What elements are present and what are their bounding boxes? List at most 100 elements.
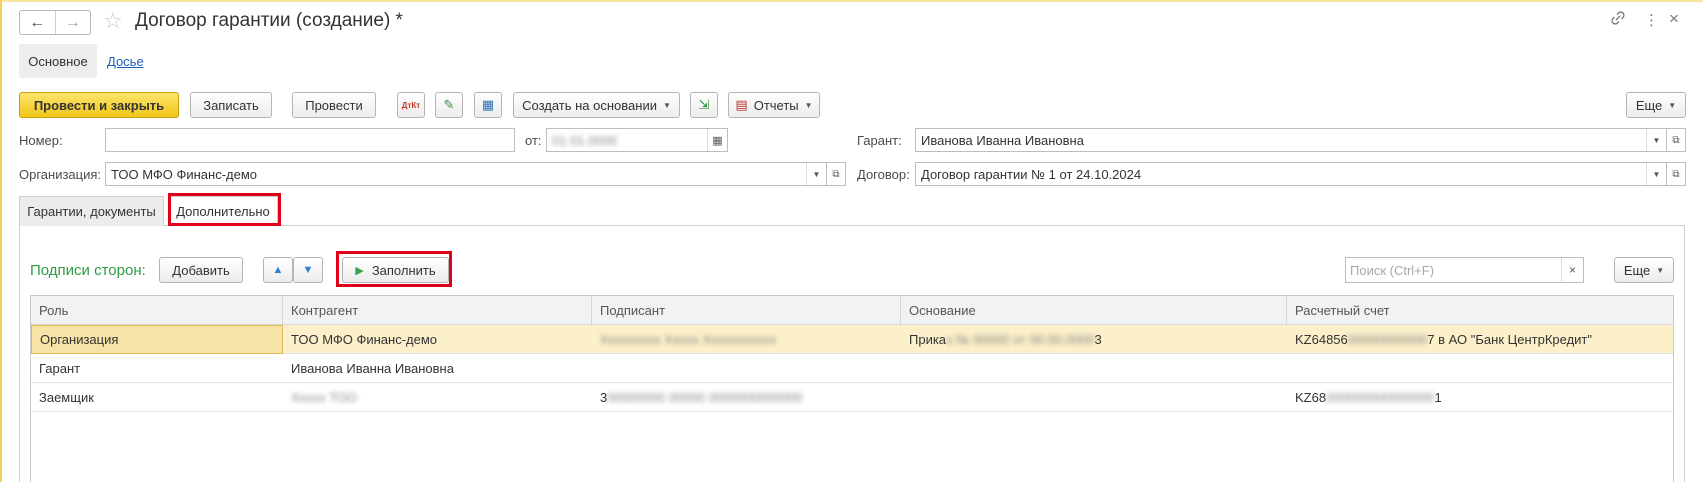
open-icon[interactable]: ⧉ — [827, 162, 846, 186]
date-value: 01.01.0000 — [552, 132, 618, 148]
guarantor-field[interactable]: Иванова Иванна Ивановна ▼ — [915, 128, 1667, 152]
chevron-down-icon[interactable]: ▼ — [806, 163, 826, 185]
cell-counterparty[interactable]: Иванова Иванна Ивановна — [283, 354, 592, 383]
more-label: Еще — [1635, 97, 1663, 113]
column-header-role[interactable]: Роль — [31, 296, 283, 325]
basis-hidden: з № 00000 от 00.00.0000 — [946, 332, 1095, 347]
date-label: от: — [525, 133, 542, 148]
close-icon[interactable]: × — [1669, 9, 1679, 29]
window-top-accent — [0, 0, 1703, 2]
counterparty-value: Ххххх ТОО — [291, 390, 357, 405]
export-icon[interactable]: ⇲ — [690, 92, 718, 118]
account-prefix: KZ68 — [1295, 390, 1327, 405]
guarantor-label: Гарант: — [857, 133, 902, 148]
table-header: Роль Контрагент Подписант Основание Расч… — [31, 296, 1673, 325]
contract-label: Договор: — [857, 167, 910, 182]
account-hidden: 00000000000 — [1347, 332, 1428, 347]
signers-table: Роль Контрагент Подписант Основание Расч… — [30, 295, 1674, 482]
cell-basis[interactable]: Прика з № 00000 от 00.00.0000 3 — [901, 325, 1287, 354]
account-prefix: KZ64856 — [1295, 332, 1348, 347]
cell-counterparty[interactable]: Ххххх ТОО — [283, 383, 592, 412]
date-field[interactable]: 01.01.0000 ▦ — [546, 128, 728, 152]
cell-role[interactable]: Гарант — [31, 354, 283, 383]
edit-icon[interactable]: ✎ — [435, 92, 463, 118]
column-header-signer[interactable]: Подписант — [592, 296, 901, 325]
search-field: × — [1345, 257, 1584, 283]
table-row[interactable]: Гарант Иванова Иванна Ивановна — [31, 354, 1673, 383]
number-label: Номер: — [19, 133, 63, 148]
signer-prefix: 3 — [600, 390, 608, 405]
cell-basis[interactable] — [901, 354, 1287, 383]
save-button[interactable]: Записать — [190, 92, 272, 118]
add-button[interactable]: Добавить — [159, 257, 243, 283]
tab-dossier[interactable]: Досье — [107, 54, 144, 69]
basis-prefix: Прика — [909, 332, 947, 347]
link-icon[interactable] — [1611, 11, 1625, 29]
reports-button[interactable]: ▤ Отчеты ▼ — [728, 92, 820, 118]
contract-value: Договор гарантии № 1 от 24.10.2024 — [921, 166, 1142, 182]
cell-basis[interactable] — [901, 383, 1287, 412]
table-more-label: Еще — [1623, 262, 1651, 278]
chevron-down-icon[interactable]: ▼ — [1646, 163, 1666, 185]
cell-role[interactable]: Организация — [31, 325, 283, 354]
organization-label: Организация: — [19, 167, 102, 182]
back-icon[interactable]: ← — [20, 11, 55, 34]
guarantor-value: Иванова Иванна Ивановна — [921, 132, 1084, 148]
favorite-star-icon[interactable]: ☆ — [103, 8, 123, 34]
account-hidden: 000000000000000 — [1326, 390, 1435, 405]
column-header-basis[interactable]: Основание — [901, 296, 1287, 325]
organization-field[interactable]: ТОО МФО Финанс-демо ▼ — [105, 162, 827, 186]
highlight-frame — [168, 193, 281, 226]
more-icon[interactable]: ⋮ — [1644, 11, 1659, 29]
table-more-button[interactable]: Еще ▼ — [1614, 257, 1674, 283]
report-icon: ▤ — [735, 97, 748, 112]
more-button[interactable]: Еще ▼ — [1626, 92, 1686, 118]
chevron-down-icon: ▼ — [1656, 265, 1665, 275]
page-title: Договор гарантии (создание) * — [135, 10, 403, 31]
column-header-counterparty[interactable]: Контрагент — [283, 296, 592, 325]
open-icon[interactable]: ⧉ — [1667, 162, 1686, 186]
clear-icon[interactable]: × — [1561, 258, 1583, 282]
reports-label: Отчеты — [753, 97, 799, 113]
account-suffix: 7 в АО "Банк ЦентрКредит" — [1427, 332, 1592, 347]
dt-kt-icon[interactable]: ДтКт — [397, 92, 425, 118]
calendar-icon[interactable]: ▦ — [707, 129, 727, 151]
create-based-on-label: Создать на основании — [522, 97, 657, 113]
column-header-account[interactable]: Расчетный счет — [1287, 296, 1675, 325]
cell-account[interactable]: KZ64856 00000000000 7 в АО "Банк ЦентрКред… — [1287, 325, 1675, 354]
cell-signer[interactable]: Ххххххххх Ххххх Ххххххххххх — [592, 325, 901, 354]
cell-signer[interactable] — [592, 354, 901, 383]
post-and-close-button[interactable]: Провести и закрыть — [19, 92, 179, 118]
table-row[interactable]: Организация ТОО МФО Финанс-демо Хххххххх… — [31, 325, 1673, 354]
chevron-down-icon: ▼ — [662, 100, 671, 110]
signer-value: Ххххххххх Ххххх Ххххххххххх — [600, 332, 777, 347]
contract-field[interactable]: Договор гарантии № 1 от 24.10.2024 ▼ — [915, 162, 1667, 186]
open-icon[interactable]: ⧉ — [1667, 128, 1686, 152]
structure-icon[interactable]: ▦ — [474, 92, 502, 118]
window-left-accent — [0, 0, 2, 482]
number-field[interactable] — [105, 128, 515, 152]
table-row[interactable]: Заемщик Ххххх ТОО 3 00000000 00000 000000… — [31, 383, 1673, 412]
organization-value: ТОО МФО Финанс-демо — [111, 166, 258, 182]
chevron-down-icon[interactable]: ▼ — [1646, 129, 1666, 151]
cell-account[interactable]: KZ68 000000000000000 1 — [1287, 383, 1675, 412]
cell-signer[interactable]: 3 00000000 00000 0000000000000 — [592, 383, 901, 412]
signer-hidden: 00000000 00000 0000000000000 — [607, 390, 803, 405]
cell-account[interactable] — [1287, 354, 1675, 383]
tab-guarantees-documents[interactable]: Гарантии, документы — [19, 196, 164, 226]
highlight-frame — [336, 251, 452, 287]
cell-counterparty[interactable]: ТОО МФО Финанс-демо — [283, 325, 592, 354]
forward-icon[interactable]: → — [54, 11, 91, 34]
signatures-label: Подписи сторон: — [30, 262, 146, 279]
post-button[interactable]: Провести — [292, 92, 376, 118]
tab-main[interactable]: Основное — [19, 44, 97, 78]
cell-role[interactable]: Заемщик — [31, 383, 283, 412]
chevron-down-icon: ▼ — [1668, 100, 1677, 110]
chevron-down-icon: ▼ — [804, 100, 813, 110]
navigation-buttons: ← → — [19, 10, 91, 35]
move-down-icon[interactable]: ▼ — [293, 257, 323, 283]
account-suffix: 1 — [1434, 390, 1442, 405]
create-based-on-button[interactable]: Создать на основании ▼ — [513, 92, 680, 118]
move-up-icon[interactable]: ▲ — [263, 257, 293, 283]
search-input[interactable] — [1346, 259, 1561, 281]
